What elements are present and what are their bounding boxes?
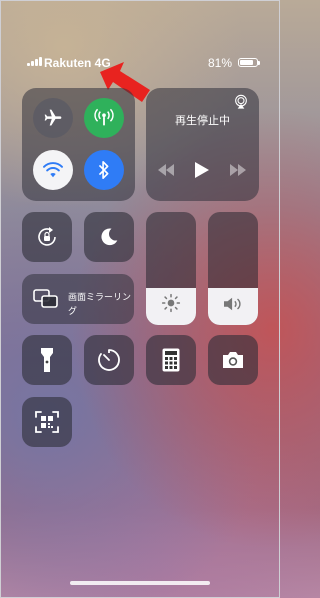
rewind-icon[interactable] <box>158 164 174 176</box>
do-not-disturb-button[interactable] <box>84 212 134 262</box>
sun-icon <box>161 293 181 313</box>
rotation-lock-button[interactable] <box>22 212 72 262</box>
brightness-slider[interactable] <box>146 212 196 325</box>
music-panel[interactable]: 再生停止中 <box>146 88 259 201</box>
moon-icon <box>101 228 118 246</box>
now-playing-title: 再生停止中 <box>175 114 230 127</box>
airplay-icon[interactable] <box>233 94 249 110</box>
cellular-antenna-icon <box>94 108 114 126</box>
rotation-lock-icon <box>38 227 56 246</box>
battery-percent: 81% <box>207 56 232 70</box>
speaker-icon <box>224 297 241 311</box>
screen-mirroring-button[interactable]: 画面ミラーリング <box>22 274 134 324</box>
play-icon[interactable] <box>195 162 209 178</box>
camera-icon <box>223 352 243 368</box>
bluetooth-button[interactable] <box>84 150 124 190</box>
qr-code-scanner-icon <box>35 411 59 433</box>
screen-mirroring-icon <box>33 289 58 308</box>
calculator-icon <box>162 348 180 372</box>
volume-slider[interactable] <box>208 212 258 325</box>
fast-forward-icon[interactable] <box>230 164 246 176</box>
airplane-mode-button[interactable] <box>33 98 73 138</box>
battery-icon <box>238 58 260 67</box>
wifi-icon <box>43 162 63 178</box>
airplane-icon <box>44 109 62 126</box>
flashlight-icon <box>41 348 53 372</box>
bluetooth-icon <box>98 161 109 179</box>
connectivity-panel <box>22 88 135 201</box>
calculator-button[interactable] <box>146 335 196 385</box>
signal-strength-icon <box>27 57 42 66</box>
flashlight-button[interactable] <box>22 335 72 385</box>
camera-button[interactable] <box>208 335 258 385</box>
wifi-button[interactable] <box>33 150 73 190</box>
home-indicator[interactable] <box>70 581 210 585</box>
cellular-data-button[interactable] <box>84 98 124 138</box>
timer-button[interactable] <box>84 335 134 385</box>
screen-mirroring-label: 画面ミラーリング <box>68 293 132 317</box>
timer-icon <box>98 349 120 371</box>
qr-code-scanner-button[interactable] <box>22 397 72 447</box>
